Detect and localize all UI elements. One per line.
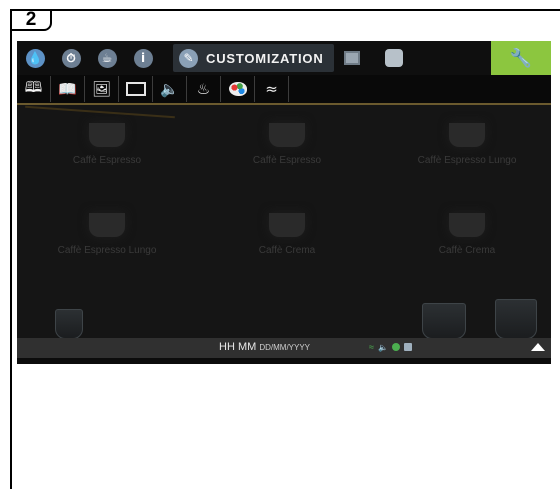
cup-icon bbox=[89, 123, 125, 147]
beverage-tile: Caffè Crema bbox=[397, 213, 537, 256]
display-icon bbox=[343, 51, 360, 65]
beverage-name: Caffè Espresso Lungo bbox=[57, 245, 157, 256]
tool-cup-heating[interactable]: ♨ bbox=[187, 76, 221, 102]
tool-speaker[interactable]: 🔈 bbox=[153, 76, 187, 102]
cup-illustration bbox=[422, 303, 466, 339]
clock-readout: HH MM DD/MM/YYYY bbox=[219, 341, 310, 353]
expand-up-icon[interactable] bbox=[531, 343, 545, 351]
book-icon: 🕮 bbox=[24, 77, 43, 96]
cup-icon bbox=[269, 213, 305, 237]
water-drop-icon: 💧 bbox=[25, 48, 45, 68]
status-bar: HH MM DD/MM/YYYY ≈ 🔈 bbox=[17, 338, 551, 358]
tool-book-open[interactable]: 📖 bbox=[51, 76, 85, 102]
palette-icon bbox=[228, 82, 247, 96]
tab-customization[interactable]: ✎ CUSTOMIZATION bbox=[173, 44, 334, 72]
beverage-name: Caffè Espresso bbox=[252, 155, 322, 166]
speaker-icon: 🔈 bbox=[377, 342, 388, 352]
tab-beverages[interactable]: 💧 bbox=[17, 41, 53, 75]
wifi-icon: ≈ bbox=[369, 342, 374, 352]
date-text: DD/MM/YYYY bbox=[259, 343, 311, 352]
step-number-badge: 2 bbox=[10, 9, 52, 31]
customization-toolbar: 🕮 📖 🖼 🔈 ♨ ≈ bbox=[17, 75, 551, 105]
beverage-tile: Caffè Crema bbox=[217, 213, 357, 256]
tab-cup[interactable]: ☕ bbox=[89, 41, 125, 75]
cup-icon bbox=[269, 123, 305, 147]
tab-display[interactable] bbox=[334, 41, 370, 75]
tool-palette[interactable] bbox=[221, 76, 255, 102]
tool-image[interactable]: 🖼 bbox=[85, 76, 119, 102]
display-icon bbox=[403, 343, 412, 351]
wifi-icon: ≈ bbox=[265, 80, 278, 98]
beverage-grid: Caffè Espresso Caffè Espresso Caffè Espr… bbox=[37, 123, 537, 333]
status-icons: ≈ 🔈 bbox=[369, 342, 412, 352]
cup-icon bbox=[89, 213, 125, 237]
main-tab-bar: 💧 ⏱ ☕ i ✎ CUSTOMIZATION 🔧 bbox=[17, 41, 551, 75]
tool-book[interactable]: 🕮 bbox=[17, 76, 51, 102]
tab-user[interactable] bbox=[376, 41, 412, 75]
pencil-icon: ✎ bbox=[179, 48, 198, 68]
cup-icon: ☕ bbox=[97, 48, 117, 68]
beverage-tile: Caffè Espresso Lungo bbox=[397, 123, 537, 166]
screen-bottom-edge bbox=[17, 358, 551, 364]
clock-icon: ⏱ bbox=[61, 48, 81, 68]
tool-frame[interactable] bbox=[119, 76, 153, 102]
cup-icon bbox=[449, 213, 485, 237]
frame-icon bbox=[125, 82, 146, 96]
tab-info[interactable]: i bbox=[125, 41, 161, 75]
wrench-icon: 🔧 bbox=[509, 47, 533, 69]
beverage-name: Caffè Crema bbox=[258, 245, 316, 256]
beverage-name: Caffè Crema bbox=[438, 245, 496, 256]
beverage-name: Caffè Espresso bbox=[72, 155, 142, 166]
beverage-tile: Caffè Espresso bbox=[217, 123, 357, 166]
tab-customization-label: CUSTOMIZATION bbox=[206, 50, 324, 66]
beverage-name: Caffè Espresso Lungo bbox=[417, 155, 517, 166]
cup-illustration bbox=[495, 299, 537, 339]
cup-illustration bbox=[55, 309, 83, 339]
book-open-icon: 📖 bbox=[58, 80, 77, 98]
beverage-tile: Caffè Espresso bbox=[37, 123, 177, 166]
cup-heating-icon: ♨ bbox=[196, 80, 211, 98]
image-icon: 🖼 bbox=[91, 80, 112, 98]
speaker-icon: 🔈 bbox=[160, 80, 179, 98]
tab-timer[interactable]: ⏱ bbox=[53, 41, 89, 75]
machine-display: 💧 ⏱ ☕ i ✎ CUSTOMIZATION 🔧 🕮 📖 🖼 🔈 ♨ ≈ Ca… bbox=[17, 41, 551, 364]
status-ok-icon bbox=[391, 343, 400, 351]
time-text: HH MM bbox=[219, 341, 257, 353]
info-icon: i bbox=[133, 48, 153, 68]
user-icon bbox=[384, 49, 403, 67]
cup-icon bbox=[449, 123, 485, 147]
beverage-tile: Caffè Espresso Lungo bbox=[37, 213, 177, 256]
dim-overlay-line bbox=[25, 105, 175, 119]
service-wrench-button[interactable]: 🔧 bbox=[491, 41, 551, 75]
tool-wifi[interactable]: ≈ bbox=[255, 76, 289, 102]
